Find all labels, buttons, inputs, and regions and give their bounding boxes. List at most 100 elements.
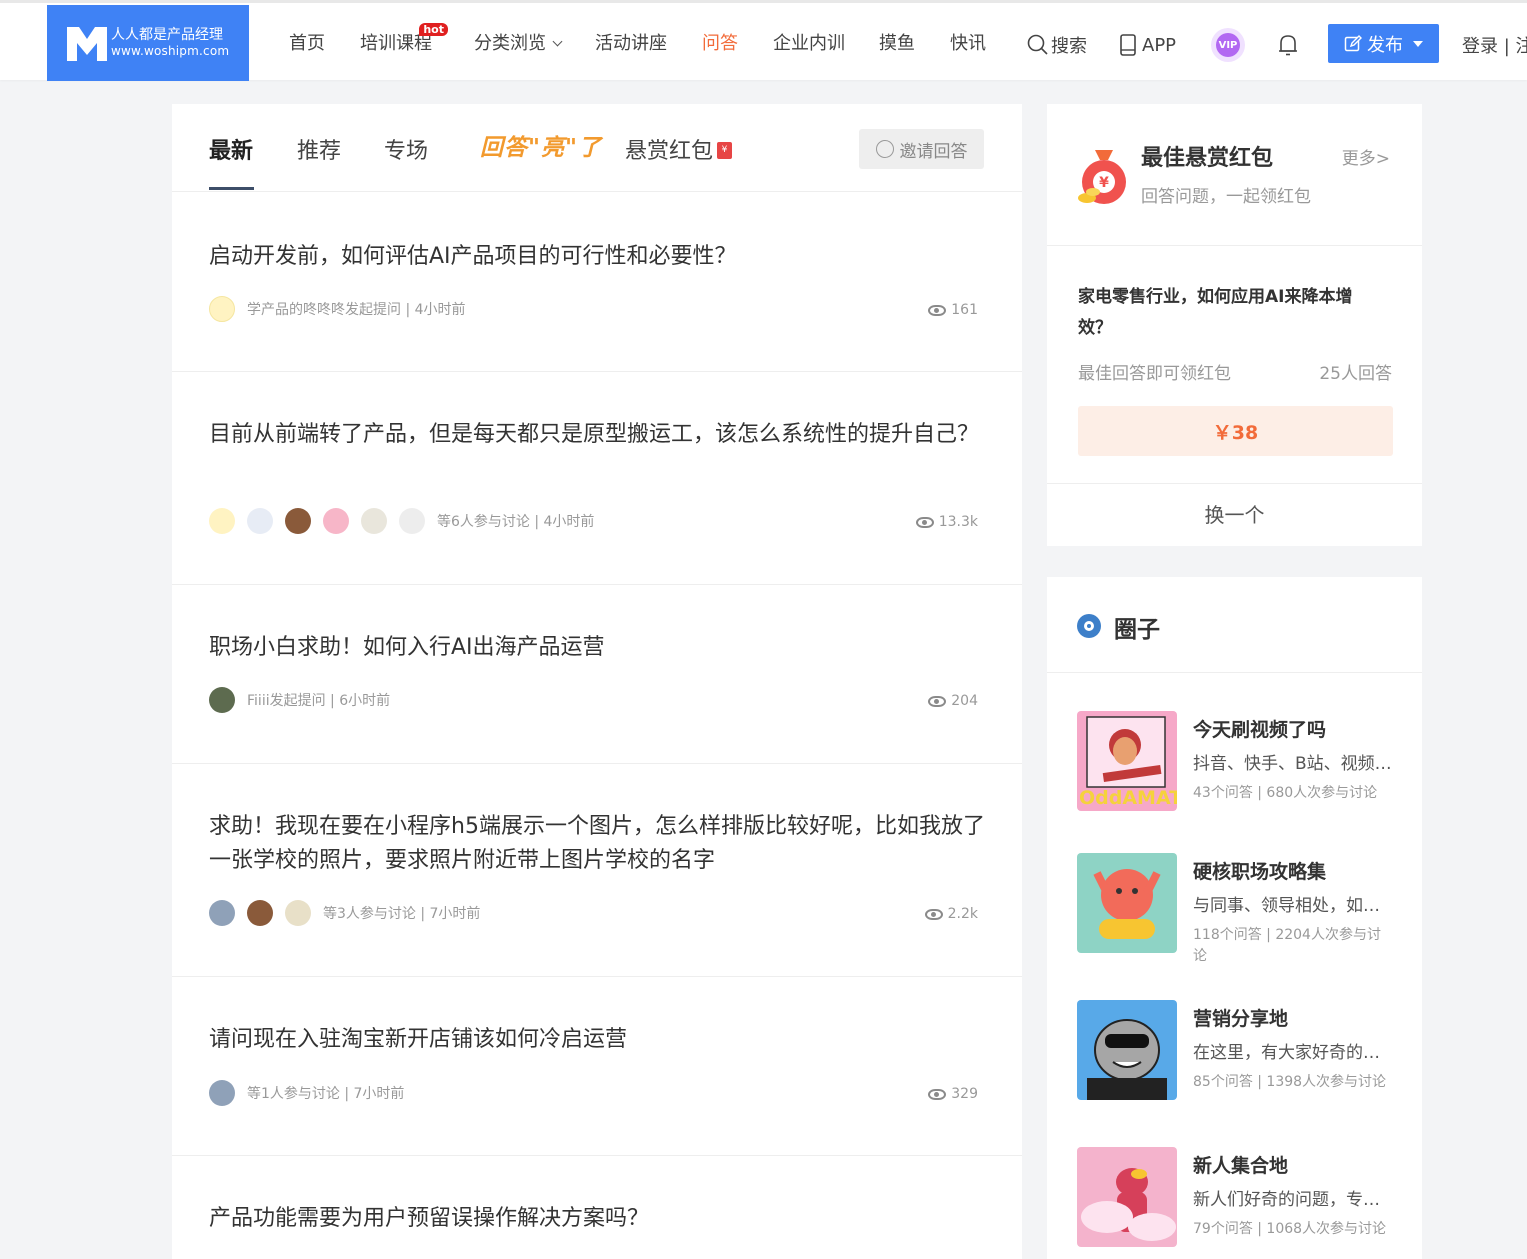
group-item[interactable]: 硬核职场攻略集 与同事、领导相处，如何… 118个问答 | 2204人次参与讨论 xyxy=(1077,853,1397,964)
group-item[interactable]: 营销分享地 在这里，有大家好奇的营销… 85个问答 | 1398人次参与讨论 xyxy=(1077,1000,1397,1100)
view-count: 161 xyxy=(928,302,978,318)
nav-qa[interactable]: 问答 xyxy=(702,29,738,55)
avatar[interactable] xyxy=(209,687,235,713)
logo-m-icon xyxy=(67,27,107,61)
nav-enterprise-training[interactable]: 企业内训 xyxy=(773,29,845,55)
avatar[interactable] xyxy=(209,296,235,322)
bounty-answer-count: 25人回答 xyxy=(1319,364,1392,384)
view-count: 13.3k xyxy=(915,514,978,530)
question-meta-text: 等1人参与讨论 | 7小时前 xyxy=(247,1086,405,1102)
view-count: 329 xyxy=(928,1086,978,1102)
invite-answer-button[interactable]: 邀请回答 xyxy=(859,129,984,169)
money-bag-icon: ¥ xyxy=(1078,150,1126,204)
nav-home[interactable]: 首页 xyxy=(289,29,325,55)
view-count-value: 204 xyxy=(951,693,978,709)
group-item[interactable]: OddAMATIC 今天刷视频了吗 抖音、快手、B站、视频号… 43个问答 | … xyxy=(1077,711,1397,811)
question-list-panel: 最新 推荐 专场 回答"亮"了 悬赏红包 ¥ 邀请回答 启动开发前，如何评估AI产… xyxy=(172,104,1022,1259)
group-name[interactable]: 今天刷视频了吗 xyxy=(1193,715,1326,742)
login-link[interactable]: 登录 | 注 xyxy=(1462,32,1527,58)
avatar[interactable] xyxy=(323,508,349,534)
avatar[interactable] xyxy=(285,900,311,926)
nav-news[interactable]: 快讯 xyxy=(950,29,986,55)
circle-icon xyxy=(1077,614,1101,638)
group-thumbnail[interactable] xyxy=(1077,1147,1177,1247)
notification-button[interactable] xyxy=(1277,25,1299,65)
question-meta-text: Fiiii发起提问 | 6小时前 xyxy=(247,693,391,709)
bounty-more-link[interactable]: 更多> xyxy=(1342,144,1390,169)
chat-bubble-icon xyxy=(875,140,894,158)
question-title[interactable]: 求助！我现在要在小程序h5端展示一个图片，怎么样排版比较好呢，比如我放了一张学校… xyxy=(209,810,989,878)
question-title[interactable]: 产品功能需要为用户预留误操作解决方案吗？ xyxy=(209,1202,989,1236)
nav-categories-label: 分类浏览 xyxy=(474,33,546,54)
question-title[interactable]: 请问现在入驻淘宝新开店铺该如何冷启运营 xyxy=(209,1023,989,1057)
swap-button[interactable]: 换一个 xyxy=(1047,499,1422,528)
bounty-card: ¥ 最佳悬赏红包 回答问题，一起领红包 更多> 家电零售行业，如何应用AI来降本… xyxy=(1047,104,1422,546)
question-meta: 等6人参与讨论 | 4小时前 xyxy=(209,508,594,534)
tab-special[interactable]: 专场 xyxy=(384,133,428,165)
avatar[interactable] xyxy=(247,508,273,534)
question-title[interactable]: 职场小白求助！如何入行AI出海产品运营 xyxy=(209,631,989,665)
nav-moyu[interactable]: 摸鱼 xyxy=(879,29,915,55)
view-count: 204 xyxy=(928,693,978,709)
active-tab-indicator xyxy=(209,187,254,190)
avatar[interactable] xyxy=(209,900,235,926)
bounty-amount-button[interactable]: ￥38 xyxy=(1078,406,1393,456)
group-name[interactable]: 营销分享地 xyxy=(1193,1004,1288,1031)
avatar[interactable] xyxy=(361,508,387,534)
publish-button[interactable]: 发布 xyxy=(1328,24,1439,63)
search-button[interactable]: 搜索 xyxy=(1027,25,1087,65)
more-participants-icon[interactable] xyxy=(399,508,425,534)
bounty-card-subtitle: 回答问题，一起领红包 xyxy=(1141,187,1311,207)
question-item[interactable]: 请问现在入驻淘宝新开店铺该如何冷启运营 等1人参与讨论 | 7小时前 329 xyxy=(172,977,1022,1156)
bounty-reward-text: 最佳回答即可领红包 xyxy=(1078,364,1231,384)
question-title[interactable]: 目前从前端转了产品，但是每天都只是原型搬运工，该怎么系统性的提升自己？ xyxy=(209,418,989,452)
phone-icon xyxy=(1120,34,1136,56)
bounty-question[interactable]: 家电零售行业，如何应用AI来降本增效？ xyxy=(1078,282,1378,344)
view-count-value: 2.2k xyxy=(947,906,978,922)
question-item[interactable]: 产品功能需要为用户预留误操作解决方案吗？ xyxy=(172,1156,1022,1259)
nav-categories[interactable]: 分类浏览 xyxy=(474,29,563,55)
question-meta-text: 学产品的咚咚咚发起提问 | 4小时前 xyxy=(247,302,466,318)
nav-courses-label: 培训课程 xyxy=(360,33,432,54)
nav-events[interactable]: 活动讲座 xyxy=(595,29,667,55)
avatar[interactable] xyxy=(285,508,311,534)
group-item[interactable]: 新人集合地 新人们好奇的问题，专属… 79个问答 | 1068人次参与讨论 xyxy=(1077,1147,1397,1247)
question-item[interactable]: 职场小白求助！如何入行AI出海产品运营 Fiiii发起提问 | 6小时前 204 xyxy=(172,585,1022,764)
group-name[interactable]: 新人集合地 xyxy=(1193,1151,1288,1178)
avatar[interactable] xyxy=(209,508,235,534)
group-thumbnail[interactable]: OddAMATIC xyxy=(1077,711,1177,811)
avatar[interactable] xyxy=(209,1080,235,1106)
group-thumbnail[interactable] xyxy=(1077,853,1177,953)
svg-text:¥: ¥ xyxy=(1099,175,1109,191)
eye-icon xyxy=(928,304,947,316)
tab-shine[interactable]: 回答"亮"了 xyxy=(480,128,602,162)
logo-cn-text: 人人都是产品经理 xyxy=(111,27,223,43)
red-packet-icon: ¥ xyxy=(717,141,733,159)
tab-latest[interactable]: 最新 xyxy=(209,133,253,165)
bounty-card-title: 最佳悬赏红包 xyxy=(1141,146,1274,171)
svg-text:OddAMATIC: OddAMATIC xyxy=(1079,787,1177,809)
app-button[interactable]: APP xyxy=(1119,25,1176,65)
group-name[interactable]: 硬核职场攻略集 xyxy=(1193,857,1326,884)
tab-bounty[interactable]: 悬赏红包 ¥ xyxy=(625,133,733,165)
view-count-value: 329 xyxy=(951,1086,978,1102)
invite-label: 邀请回答 xyxy=(899,141,968,162)
question-title[interactable]: 启动开发前，如何评估AI产品项目的可行性和必要性？ xyxy=(209,240,989,274)
tab-recommend[interactable]: 推荐 xyxy=(297,133,341,165)
hot-badge: hot xyxy=(419,23,448,36)
group-desc: 在这里，有大家好奇的营销… xyxy=(1193,1043,1393,1063)
question-item[interactable]: 目前从前端转了产品，但是每天都只是原型搬运工，该怎么系统性的提升自己？ 等6人参… xyxy=(172,372,1022,585)
group-stat: 43个问答 | 680人次参与讨论 xyxy=(1193,785,1378,801)
chevron-down-icon xyxy=(552,36,563,47)
question-item[interactable]: 求助！我现在要在小程序h5端展示一个图片，怎么样排版比较好呢，比如我放了一张学校… xyxy=(172,764,1022,977)
nav-courses[interactable]: 培训课程 hot xyxy=(360,23,448,55)
question-meta: 学产品的咚咚咚发起提问 | 4小时前 xyxy=(209,296,466,322)
group-thumbnail[interactable] xyxy=(1077,1000,1177,1100)
question-item[interactable]: 启动开发前，如何评估AI产品项目的可行性和必要性？ 学产品的咚咚咚发起提问 | … xyxy=(172,192,1022,372)
site-logo[interactable]: 人人都是产品经理 www.woshipm.com xyxy=(47,5,249,81)
vip-icon: VIP xyxy=(1216,33,1240,57)
view-count-value: 161 xyxy=(951,302,978,318)
question-meta-text: 等6人参与讨论 | 4小时前 xyxy=(437,514,595,530)
vip-button[interactable]: VIP xyxy=(1211,25,1245,65)
avatar[interactable] xyxy=(247,900,273,926)
